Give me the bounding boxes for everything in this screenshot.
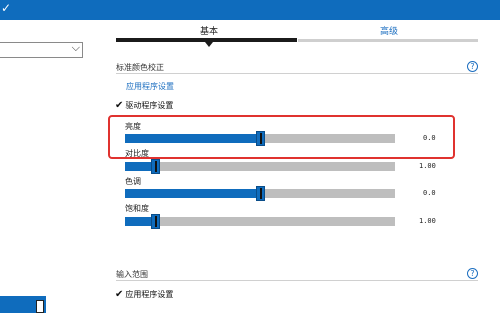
desktop-preview [0,296,46,313]
slider-thumb[interactable] [256,131,265,146]
tab-advanced[interactable]: 高级 [380,24,398,37]
color-section-title: 标准颜色校正 [116,63,164,72]
driver-settings-label: 驱动程序设置 [125,101,174,110]
slider-thumb[interactable] [256,186,265,201]
input-app-settings-label: 应用程序设置 [125,290,174,299]
slider-label-hue: 色调 [125,177,141,186]
slider-value-contrast: 1.00 [419,162,436,170]
slider-value-brightness: 0.0 [423,134,436,142]
slider-value-saturation: 1.00 [419,217,436,225]
slider-thumb[interactable] [151,159,160,174]
app-settings-link[interactable]: 应用程序设置 [126,81,174,92]
slider-fill [125,189,260,198]
chevron-down-icon[interactable]: ⌵ [72,41,80,55]
checkmark-icon: ✔ [115,289,124,300]
tab-inactive-indicator [298,39,478,42]
section-divider [116,280,478,281]
input-range-title: 输入范围 [116,270,148,279]
input-app-settings-checkbox[interactable]: ✔ 应用程序设置 [115,289,173,300]
tab-pointer-icon [205,42,213,47]
driver-settings-checkbox[interactable]: ✔ 驱动程序设置 [115,100,173,111]
help-icon[interactable]: ? [467,268,478,279]
title-bar: ✓ [0,0,500,20]
slider-label-contrast: 对比度 [125,149,149,158]
slider-hue[interactable] [125,186,395,201]
help-icon[interactable]: ? [467,61,478,72]
checkmark-icon: ✔ [115,100,124,111]
display-select[interactable]: ⌵ [0,41,83,58]
monitor-icon [36,300,44,313]
slider-thumb[interactable] [151,214,160,229]
slider-saturation[interactable] [125,214,395,229]
tab-basic[interactable]: 基本 [200,24,218,37]
slider-brightness[interactable] [125,131,395,146]
slider-contrast[interactable] [125,159,395,174]
slider-fill [125,134,260,143]
tab-bar: 基本 高级 [116,20,478,50]
slider-label-saturation: 饱和度 [125,204,149,213]
slider-value-hue: 0.0 [423,189,436,197]
slider-label-brightness: 亮度 [125,122,141,131]
check-icon: ✓ [1,1,12,15]
section-divider [116,73,478,74]
